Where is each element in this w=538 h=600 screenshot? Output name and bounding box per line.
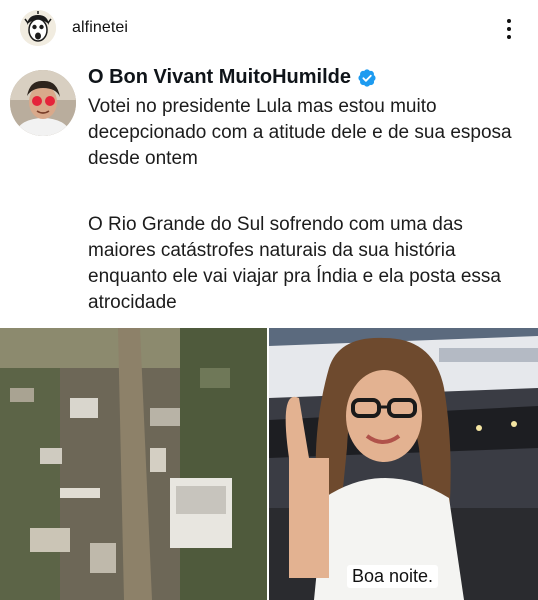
account-avatar[interactable] [20,10,56,46]
video-caption: Boa noite. [347,565,439,588]
tweet-author-name[interactable]: O Bon Vivant MuitoHumilde [88,66,351,89]
dot [507,35,511,39]
verified-badge-icon [358,68,376,87]
tweet-text-paragraph-2: O Rio Grande do Sul sofrendo com uma das… [88,214,501,313]
tweet-author-row: O Bon Vivant MuitoHumilde [88,66,377,89]
post-header: alfinetei [0,0,538,58]
waving-woman-photo-icon [269,328,538,600]
dot [507,19,511,23]
aerial-destruction-photo-icon [0,328,267,600]
more-options-icon[interactable] [496,14,522,44]
flood-aerial-image[interactable] [0,328,267,600]
dot [507,27,511,31]
first-lady-video-still[interactable] [269,328,538,600]
instagram-post: alfinetei O Bon Vivant MuitoHumilde Vote… [0,0,538,600]
avatar-cartoon-icon [20,10,56,46]
tweet-author-avatar[interactable] [10,70,76,136]
account-username[interactable]: alfinetei [72,19,128,37]
author-photo-icon [10,70,76,136]
tweet-text-paragraph-1: Votei no presidente Lula mas estou muito… [88,96,512,169]
